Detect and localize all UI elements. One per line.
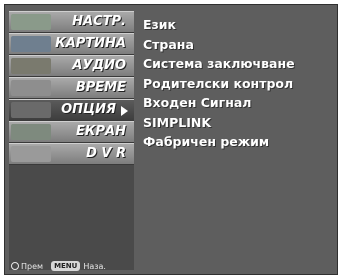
osd-screen: НАСТР. КАРТИНА АУДИО ВРЕМЕ ОПЦИЯ ЕКРАН D… (4, 4, 338, 275)
option-country[interactable]: Страна (143, 35, 333, 55)
sidebar-item-vreme[interactable]: ВРЕМЕ (9, 77, 134, 99)
sidebar-item-label: КАРТИНА (55, 36, 126, 51)
sidebar-item-optsiya[interactable]: ОПЦИЯ (9, 99, 134, 121)
sidebar-item-ekran[interactable]: ЕКРАН (9, 121, 134, 143)
option-factory-mode[interactable]: Фабричен режим (143, 132, 333, 152)
sidebar-item-label: НАСТР. (72, 14, 126, 29)
sidebar-item-dvr[interactable]: D V R (9, 143, 134, 165)
menu-key-icon: MENU (51, 261, 81, 271)
sidebar-item-label: D V R (86, 146, 126, 161)
option-simplink[interactable]: SIMPLINK (143, 113, 333, 133)
menu-thumbnail (11, 124, 51, 140)
sidebar-item-kartina[interactable]: КАРТИНА (9, 33, 134, 55)
sidebar-item-nastr[interactable]: НАСТР. (9, 11, 134, 33)
option-parental-control[interactable]: Родителски контрол (143, 74, 333, 94)
footer-hints: Прем MENU Наза. (11, 261, 106, 271)
menu-thumbnail (11, 14, 51, 30)
menu-thumbnail (11, 146, 51, 162)
sidebar-item-label: ОПЦИЯ (61, 102, 116, 117)
menu-thumbnail (11, 102, 51, 118)
arrow-right-icon (121, 106, 128, 116)
sidebar-item-audio[interactable]: АУДИО (9, 55, 134, 77)
back-hint-label: Наза. (83, 261, 106, 271)
move-hint-label: Прем (21, 261, 44, 271)
sidebar-item-label: АУДИО (72, 58, 126, 73)
menu-thumbnail (11, 58, 51, 74)
options-list: Език Страна Система заключване Родителск… (143, 15, 333, 152)
option-language[interactable]: Език (143, 15, 333, 35)
sidebar-item-label: ВРЕМЕ (75, 80, 126, 95)
menu-thumbnail (11, 36, 51, 52)
option-input-signal[interactable]: Входен Сигнал (143, 93, 333, 113)
sidebar-item-label: ЕКРАН (76, 124, 126, 139)
option-lock-system[interactable]: Система заключване (143, 54, 333, 74)
menu-thumbnail (11, 80, 51, 96)
navigate-icon (11, 262, 19, 270)
menu-sidebar: НАСТР. КАРТИНА АУДИО ВРЕМЕ ОПЦИЯ ЕКРАН D… (9, 11, 134, 270)
